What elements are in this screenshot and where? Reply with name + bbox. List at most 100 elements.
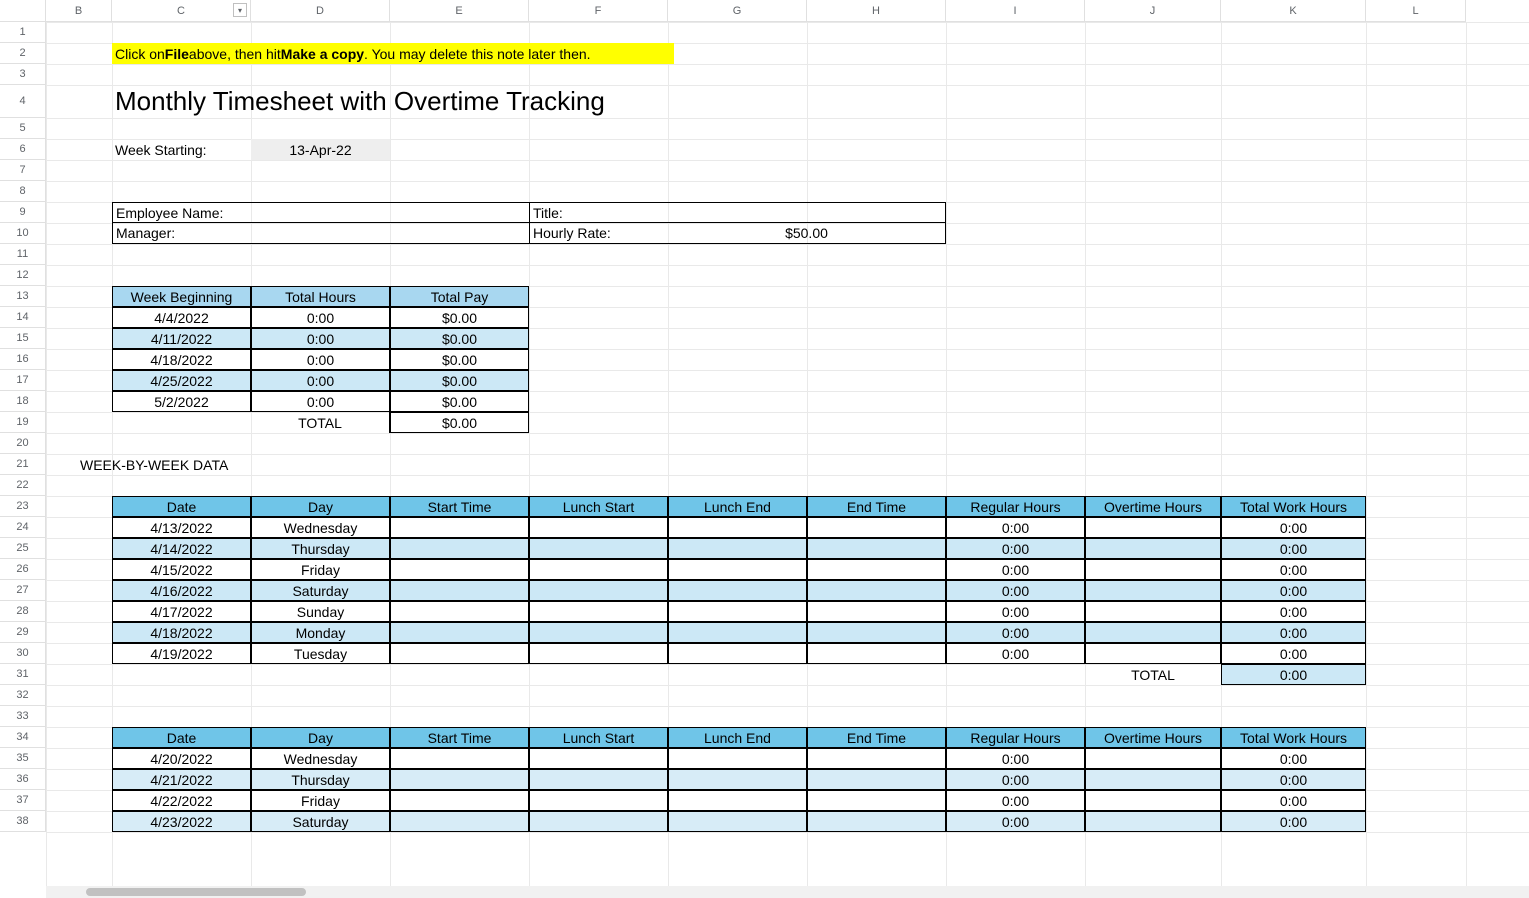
w1r5-lunchend[interactable] (668, 622, 807, 643)
w1r6-reg[interactable]: 0:00 (946, 643, 1085, 664)
w1r3-ot[interactable] (1085, 580, 1221, 601)
w1r1-end[interactable] (807, 538, 946, 559)
filter-icon[interactable]: ▾ (233, 3, 247, 17)
w1r4-date[interactable]: 4/17/2022 (112, 601, 251, 622)
w1r4-lunchstart[interactable] (529, 601, 668, 622)
row-header-35[interactable]: 35 (0, 748, 46, 769)
w2r1-ot[interactable] (1085, 769, 1221, 790)
week-starting-value[interactable]: 13-Apr-22 (251, 139, 390, 160)
w1r6-end[interactable] (807, 643, 946, 664)
w1r6-day[interactable]: Tuesday (251, 643, 390, 664)
week-header-6[interactable]: Regular Hours (946, 727, 1085, 748)
w1r6-lunchend[interactable] (668, 643, 807, 664)
column-header-H[interactable]: H (807, 0, 946, 21)
w1r4-day[interactable]: Sunday (251, 601, 390, 622)
row-header-28[interactable]: 28 (0, 601, 46, 622)
w1r5-ot[interactable] (1085, 622, 1221, 643)
w2r0-day[interactable]: Wednesday (251, 748, 390, 769)
w1r4-start[interactable] (390, 601, 529, 622)
w1r4-ot[interactable] (1085, 601, 1221, 622)
row-header-22[interactable]: 22 (0, 475, 46, 496)
w1r3-date[interactable]: 4/16/2022 (112, 580, 251, 601)
w1r1-reg[interactable]: 0:00 (946, 538, 1085, 559)
column-header-B[interactable]: B (46, 0, 112, 21)
w2r1-lunchstart[interactable] (529, 769, 668, 790)
w2r3-lunchstart[interactable] (529, 811, 668, 832)
row-header-37[interactable]: 37 (0, 790, 46, 811)
summary-week-1[interactable]: 4/11/2022 (112, 328, 251, 349)
w1r4-end[interactable] (807, 601, 946, 622)
week-starting-label[interactable]: Week Starting: (112, 139, 251, 160)
week1-total-label[interactable]: TOTAL (1085, 664, 1221, 685)
summary-hours-0[interactable]: 0:00 (251, 307, 390, 328)
w1r2-end[interactable] (807, 559, 946, 580)
summary-week-0[interactable]: 4/4/2022 (112, 307, 251, 328)
week-header-3[interactable]: Lunch Start (529, 727, 668, 748)
week-header-0[interactable]: Date (112, 496, 251, 517)
w1r0-day[interactable]: Wednesday (251, 517, 390, 538)
w2r2-end[interactable] (807, 790, 946, 811)
summary-week-4[interactable]: 5/2/2022 (112, 391, 251, 412)
w1r0-lunchend[interactable] (668, 517, 807, 538)
summary-pay-4[interactable]: $0.00 (390, 391, 529, 412)
summary-hours-4[interactable]: 0:00 (251, 391, 390, 412)
column-header-J[interactable]: J (1085, 0, 1221, 21)
row-header-20[interactable]: 20 (0, 433, 46, 454)
w1r0-lunchstart[interactable] (529, 517, 668, 538)
row-header-34[interactable]: 34 (0, 727, 46, 748)
row-header-8[interactable]: 8 (0, 181, 46, 202)
w2r3-start[interactable] (390, 811, 529, 832)
row-header-5[interactable]: 5 (0, 118, 46, 139)
week-header-5[interactable]: End Time (807, 727, 946, 748)
row-header-17[interactable]: 17 (0, 370, 46, 391)
row-header-31[interactable]: 31 (0, 664, 46, 685)
w1r1-lunchend[interactable] (668, 538, 807, 559)
summary-week-2[interactable]: 4/18/2022 (112, 349, 251, 370)
manager-label[interactable]: Manager: (112, 223, 529, 244)
row-header-23[interactable]: 23 (0, 496, 46, 517)
row-header-30[interactable]: 30 (0, 643, 46, 664)
summary-header-1[interactable]: Total Hours (251, 286, 390, 307)
w1r4-reg[interactable]: 0:00 (946, 601, 1085, 622)
w1r5-day[interactable]: Monday (251, 622, 390, 643)
summary-header-2[interactable]: Total Pay (390, 286, 529, 307)
row-header-15[interactable]: 15 (0, 328, 46, 349)
w2r2-day[interactable]: Friday (251, 790, 390, 811)
row-header-29[interactable]: 29 (0, 622, 46, 643)
w2r3-end[interactable] (807, 811, 946, 832)
w1r2-ot[interactable] (1085, 559, 1221, 580)
w1r0-date[interactable]: 4/13/2022 (112, 517, 251, 538)
w1r0-end[interactable] (807, 517, 946, 538)
w2r2-reg[interactable]: 0:00 (946, 790, 1085, 811)
row-header-21[interactable]: 21 (0, 454, 46, 475)
week-header-7[interactable]: Overtime Hours (1085, 727, 1221, 748)
row-header-10[interactable]: 10 (0, 223, 46, 244)
w2r0-ot[interactable] (1085, 748, 1221, 769)
w1r1-tot[interactable]: 0:00 (1221, 538, 1366, 559)
column-header-L[interactable]: L (1366, 0, 1466, 21)
w1r0-ot[interactable] (1085, 517, 1221, 538)
w2r2-tot[interactable]: 0:00 (1221, 790, 1366, 811)
row-header-11[interactable]: 11 (0, 244, 46, 265)
column-header-E[interactable]: E (390, 0, 529, 21)
instruction-note[interactable]: Click on File above, then hit Make a cop… (112, 43, 674, 64)
w2r1-reg[interactable]: 0:00 (946, 769, 1085, 790)
row-header-33[interactable]: 33 (0, 706, 46, 727)
w1r2-lunchend[interactable] (668, 559, 807, 580)
w2r0-lunchend[interactable] (668, 748, 807, 769)
w2r1-lunchend[interactable] (668, 769, 807, 790)
w1r6-tot[interactable]: 0:00 (1221, 643, 1366, 664)
w2r3-ot[interactable] (1085, 811, 1221, 832)
w1r2-reg[interactable]: 0:00 (946, 559, 1085, 580)
row-header-32[interactable]: 32 (0, 685, 46, 706)
w1r4-tot[interactable]: 0:00 (1221, 601, 1366, 622)
column-header-F[interactable]: F (529, 0, 668, 21)
w1r5-end[interactable] (807, 622, 946, 643)
column-header-C[interactable]: C▾ (112, 0, 251, 21)
w1r3-end[interactable] (807, 580, 946, 601)
row-header-27[interactable]: 27 (0, 580, 46, 601)
w1r2-tot[interactable]: 0:00 (1221, 559, 1366, 580)
row-header-24[interactable]: 24 (0, 517, 46, 538)
row-header-4[interactable]: 4 (0, 85, 46, 118)
hourly-rate-label[interactable]: Hourly Rate: (529, 223, 668, 244)
